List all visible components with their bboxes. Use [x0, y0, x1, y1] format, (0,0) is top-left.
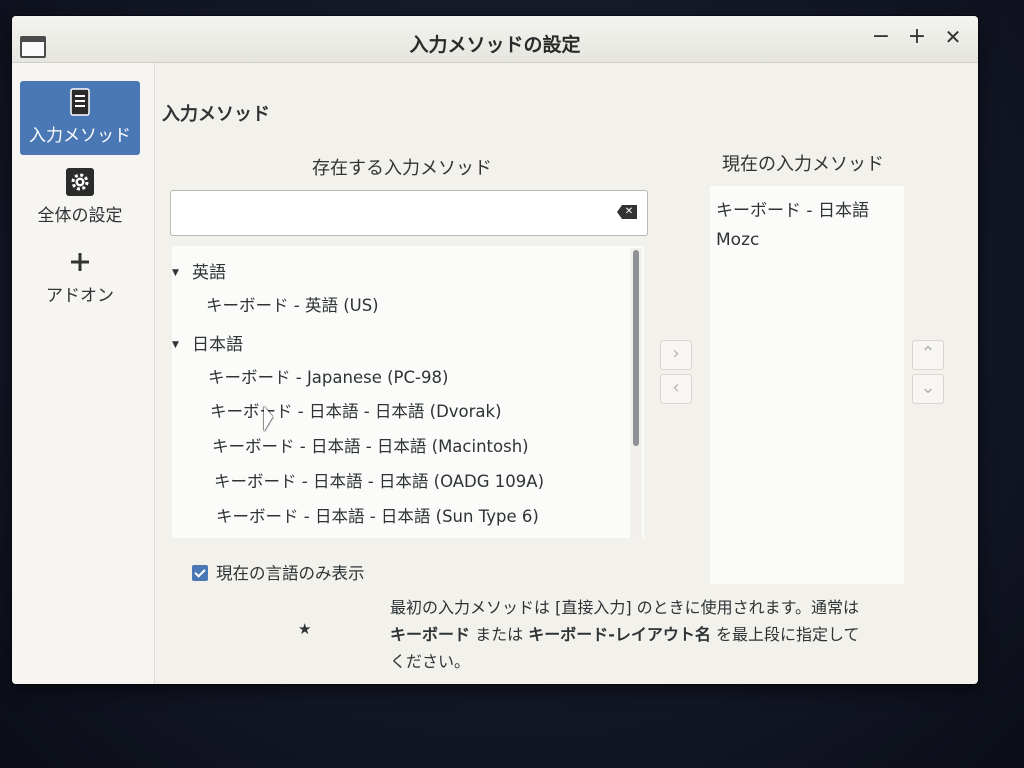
- sidebar-item-addons[interactable]: アドオン: [20, 241, 140, 311]
- document-list-icon: [70, 88, 90, 116]
- checkbox-label: 現在の言語のみ表示: [216, 564, 365, 583]
- sidebar-item-label: アドオン: [46, 286, 114, 306]
- sidebar-item-global-settings[interactable]: 全体の設定: [20, 161, 140, 231]
- gear-icon: [66, 168, 94, 196]
- sidebar-item-label: 入力メソッド: [29, 126, 131, 146]
- close-button[interactable]: ✕: [940, 24, 966, 50]
- star-icon: ★: [298, 620, 312, 638]
- minimize-button[interactable]: −: [868, 24, 894, 50]
- list-item[interactable]: キーボード - 日本語 - 日本語 (Sun Type 6): [216, 503, 539, 527]
- sidebar-item-label: 全体の設定: [37, 206, 123, 226]
- list-group-japanese[interactable]: ▼ 日本語: [172, 330, 243, 355]
- add-method-button[interactable]: ›: [660, 340, 692, 370]
- list-item[interactable]: キーボード - Japanese (PC-98): [208, 364, 448, 388]
- list-scrollbar[interactable]: [630, 248, 642, 538]
- plus-icon: [71, 253, 89, 271]
- move-down-button[interactable]: ⌄: [912, 374, 944, 404]
- list-item[interactable]: キーボード - 日本語: [716, 196, 869, 221]
- mouse-pointer-icon: [264, 406, 273, 435]
- title-bar[interactable]: 入力メソッドの設定 − + ✕: [12, 16, 978, 63]
- scrollbar-thumb[interactable]: [633, 250, 639, 446]
- sidebar: 入力メソッド 全体の設定 アドオン: [12, 63, 155, 684]
- move-up-button[interactable]: ⌃: [912, 340, 944, 370]
- list-item[interactable]: キーボード - 日本語 - 日本語 (Dvorak): [210, 398, 502, 422]
- list-item[interactable]: キーボード - 日本語 - 日本語 (Macintosh): [212, 433, 529, 457]
- available-methods-list: ▼ 英語 キーボード - 英語 (US) ▼ 日本語 キーボード - Japanes…: [172, 246, 644, 538]
- maximize-button[interactable]: +: [904, 24, 930, 50]
- list-item[interactable]: キーボード - 英語 (US): [206, 292, 379, 316]
- list-item[interactable]: Mozc: [716, 230, 759, 250]
- list-group-english[interactable]: ▼ 英語: [172, 258, 226, 283]
- only-current-language-option[interactable]: 現在の言語のみ表示: [192, 560, 365, 584]
- remove-method-button[interactable]: ‹: [660, 374, 692, 404]
- expander-triangle-icon[interactable]: ▼: [172, 340, 192, 350]
- search-input[interactable]: ✕: [170, 190, 648, 236]
- hint-text: 最初の入力メソッドは [直接入力] のときに使用されます。通常は キーボード ま…: [390, 598, 860, 671]
- expander-triangle-icon[interactable]: ▼: [172, 268, 192, 278]
- current-methods-title: 現在の入力メソッド: [722, 154, 884, 175]
- sidebar-item-input-method[interactable]: 入力メソッド: [20, 81, 140, 155]
- clear-search-icon[interactable]: ✕: [617, 205, 637, 219]
- settings-window: 入力メソッドの設定 − + ✕ 入力メソッド 全体の設定 アドオン 入力メソッド…: [12, 16, 978, 684]
- window-title: 入力メソッドの設定: [409, 34, 581, 56]
- current-methods-list: キーボード - 日本語 Mozc: [710, 186, 904, 584]
- list-item[interactable]: キーボード - 日本語 - 日本語 (OADG 109A): [214, 468, 544, 492]
- available-methods-title: 存在する入力メソッド: [312, 158, 492, 179]
- section-title: 入力メソッド: [162, 104, 270, 125]
- only-current-language-checkbox[interactable]: [192, 565, 208, 581]
